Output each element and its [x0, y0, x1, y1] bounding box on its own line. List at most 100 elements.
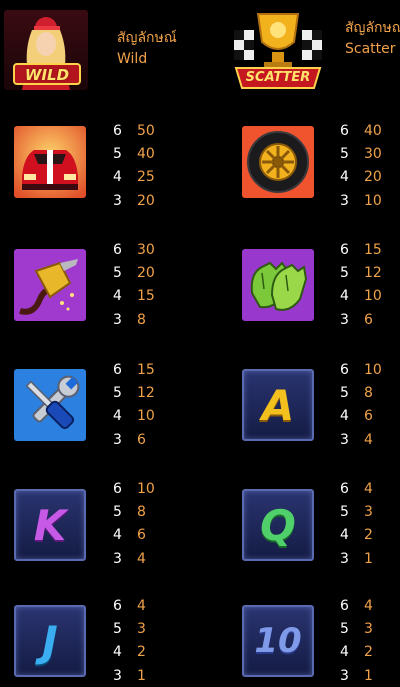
payout-count: 4 — [340, 644, 349, 661]
payout-count: 6 — [340, 480, 349, 497]
payout-count: 5 — [340, 145, 349, 162]
payout-count: 5 — [113, 620, 122, 637]
payout-value: 12 — [364, 264, 382, 281]
letter-q-icon: Q — [260, 500, 296, 550]
payout-count: 5 — [340, 503, 349, 520]
payout-count: 6 — [113, 122, 122, 139]
payout-count: 3 — [113, 192, 122, 209]
payout-row: 36 — [340, 308, 382, 331]
payout-value: 6 — [364, 311, 373, 328]
payout-row: 34 — [113, 547, 155, 570]
payout-count: 4 — [113, 644, 122, 661]
tire-paytable: 6 40 5 30 4 20 3 10 — [340, 119, 382, 212]
payout-count: 3 — [340, 192, 349, 209]
tools-symbol-tile — [14, 369, 86, 441]
payout-count: 6 — [340, 361, 349, 378]
red-car-icon — [14, 126, 86, 198]
gloves-symbol-tile — [242, 249, 314, 321]
payout-value: 30 — [137, 241, 155, 258]
payout-row: 42 — [340, 641, 373, 664]
payout-value: 1 — [364, 550, 373, 567]
payout-value: 4 — [137, 597, 146, 614]
payout-value: 4 — [364, 431, 373, 448]
payout-row: 34 — [340, 428, 382, 451]
payout-count: 6 — [113, 361, 122, 378]
a-paytable: 6 10 58 46 34 — [340, 358, 382, 451]
payout-row: 6 15 — [113, 358, 155, 381]
payout-value: 6 — [364, 408, 373, 425]
payout-row: 4 15 — [113, 285, 155, 308]
q-paytable: 64 53 42 31 — [340, 477, 373, 570]
payout-row: 46 — [113, 524, 155, 547]
payout-value: 10 — [364, 361, 382, 378]
payout-row: 4 20 — [340, 166, 382, 189]
scatter-badge-text: SCATTER — [245, 70, 311, 85]
payout-count: 5 — [340, 620, 349, 637]
k-paytable: 6 10 58 46 34 — [113, 477, 155, 570]
payout-value: 10 — [137, 408, 155, 425]
payout-count: 4 — [340, 408, 349, 425]
payout-value: 10 — [137, 480, 155, 497]
payout-value: 10 — [364, 192, 382, 209]
payout-count: 4 — [340, 288, 349, 305]
payout-count: 5 — [340, 384, 349, 401]
payout-row: 31 — [340, 664, 373, 687]
fuel-nozzle-icon — [14, 249, 86, 321]
payout-value: 3 — [137, 620, 146, 637]
fuel-nozzle-symbol-tile — [14, 249, 86, 321]
payout-value: 4 — [364, 597, 373, 614]
payout-row: 5 30 — [340, 142, 382, 165]
payout-value: 40 — [137, 145, 155, 162]
payout-count: 3 — [113, 550, 122, 567]
payout-row: 53 — [113, 617, 146, 640]
car-paytable: 6 50 5 40 4 25 3 20 — [113, 119, 155, 212]
payout-row: 38 — [113, 308, 155, 331]
payout-count: 3 — [113, 667, 122, 684]
payout-row: 6 50 — [113, 119, 155, 142]
gloves-paytable: 6 15 5 12 4 10 36 — [340, 238, 382, 331]
payout-value: 8 — [137, 503, 146, 520]
payout-value: 15 — [364, 241, 382, 258]
payout-count: 6 — [113, 241, 122, 258]
payout-row: 64 — [113, 594, 146, 617]
payout-count: 5 — [340, 264, 349, 281]
payout-value: 3 — [364, 503, 373, 520]
payout-count: 4 — [340, 527, 349, 544]
payout-count: 3 — [340, 667, 349, 684]
payout-row: 6 10 — [113, 477, 155, 500]
payout-row: 46 — [340, 405, 382, 428]
payout-value: 4 — [137, 550, 146, 567]
payout-count: 6 — [340, 241, 349, 258]
payout-count: 4 — [113, 169, 122, 186]
payout-count: 4 — [340, 169, 349, 186]
ten-symbol-tile: 10 — [242, 605, 314, 677]
payout-row: 4 10 — [113, 405, 155, 428]
tools-paytable: 6 15 5 12 4 10 36 — [113, 358, 155, 451]
letter-j-icon: J — [42, 616, 58, 666]
payout-count: 5 — [113, 384, 122, 401]
payout-value: 20 — [137, 264, 155, 281]
payout-count: 3 — [340, 431, 349, 448]
payout-value: 2 — [364, 527, 373, 544]
letter-a-icon: A — [261, 380, 295, 430]
tire-icon — [242, 126, 314, 198]
letter-k-icon: K — [33, 500, 67, 550]
payout-row: 5 20 — [113, 261, 155, 284]
payout-row: 3 10 — [340, 189, 382, 212]
j-symbol-tile: J — [14, 605, 86, 677]
payout-value: 1 — [137, 667, 146, 684]
payout-value: 8 — [137, 311, 146, 328]
payout-value: 30 — [364, 145, 382, 162]
payout-value: 15 — [137, 361, 155, 378]
fuel-nozzle-paytable: 6 30 5 20 4 15 38 — [113, 238, 155, 331]
payout-row: 4 10 — [340, 285, 382, 308]
payout-value: 1 — [364, 667, 373, 684]
payout-row: 5 12 — [113, 381, 155, 404]
wild-symbol-tile: WILD — [4, 10, 88, 90]
payout-row: 5 12 — [340, 261, 382, 284]
payout-count: 4 — [113, 408, 122, 425]
payout-value: 40 — [364, 122, 382, 139]
car-symbol-tile — [14, 126, 86, 198]
payout-value: 25 — [137, 169, 155, 186]
payout-value: 6 — [137, 431, 146, 448]
